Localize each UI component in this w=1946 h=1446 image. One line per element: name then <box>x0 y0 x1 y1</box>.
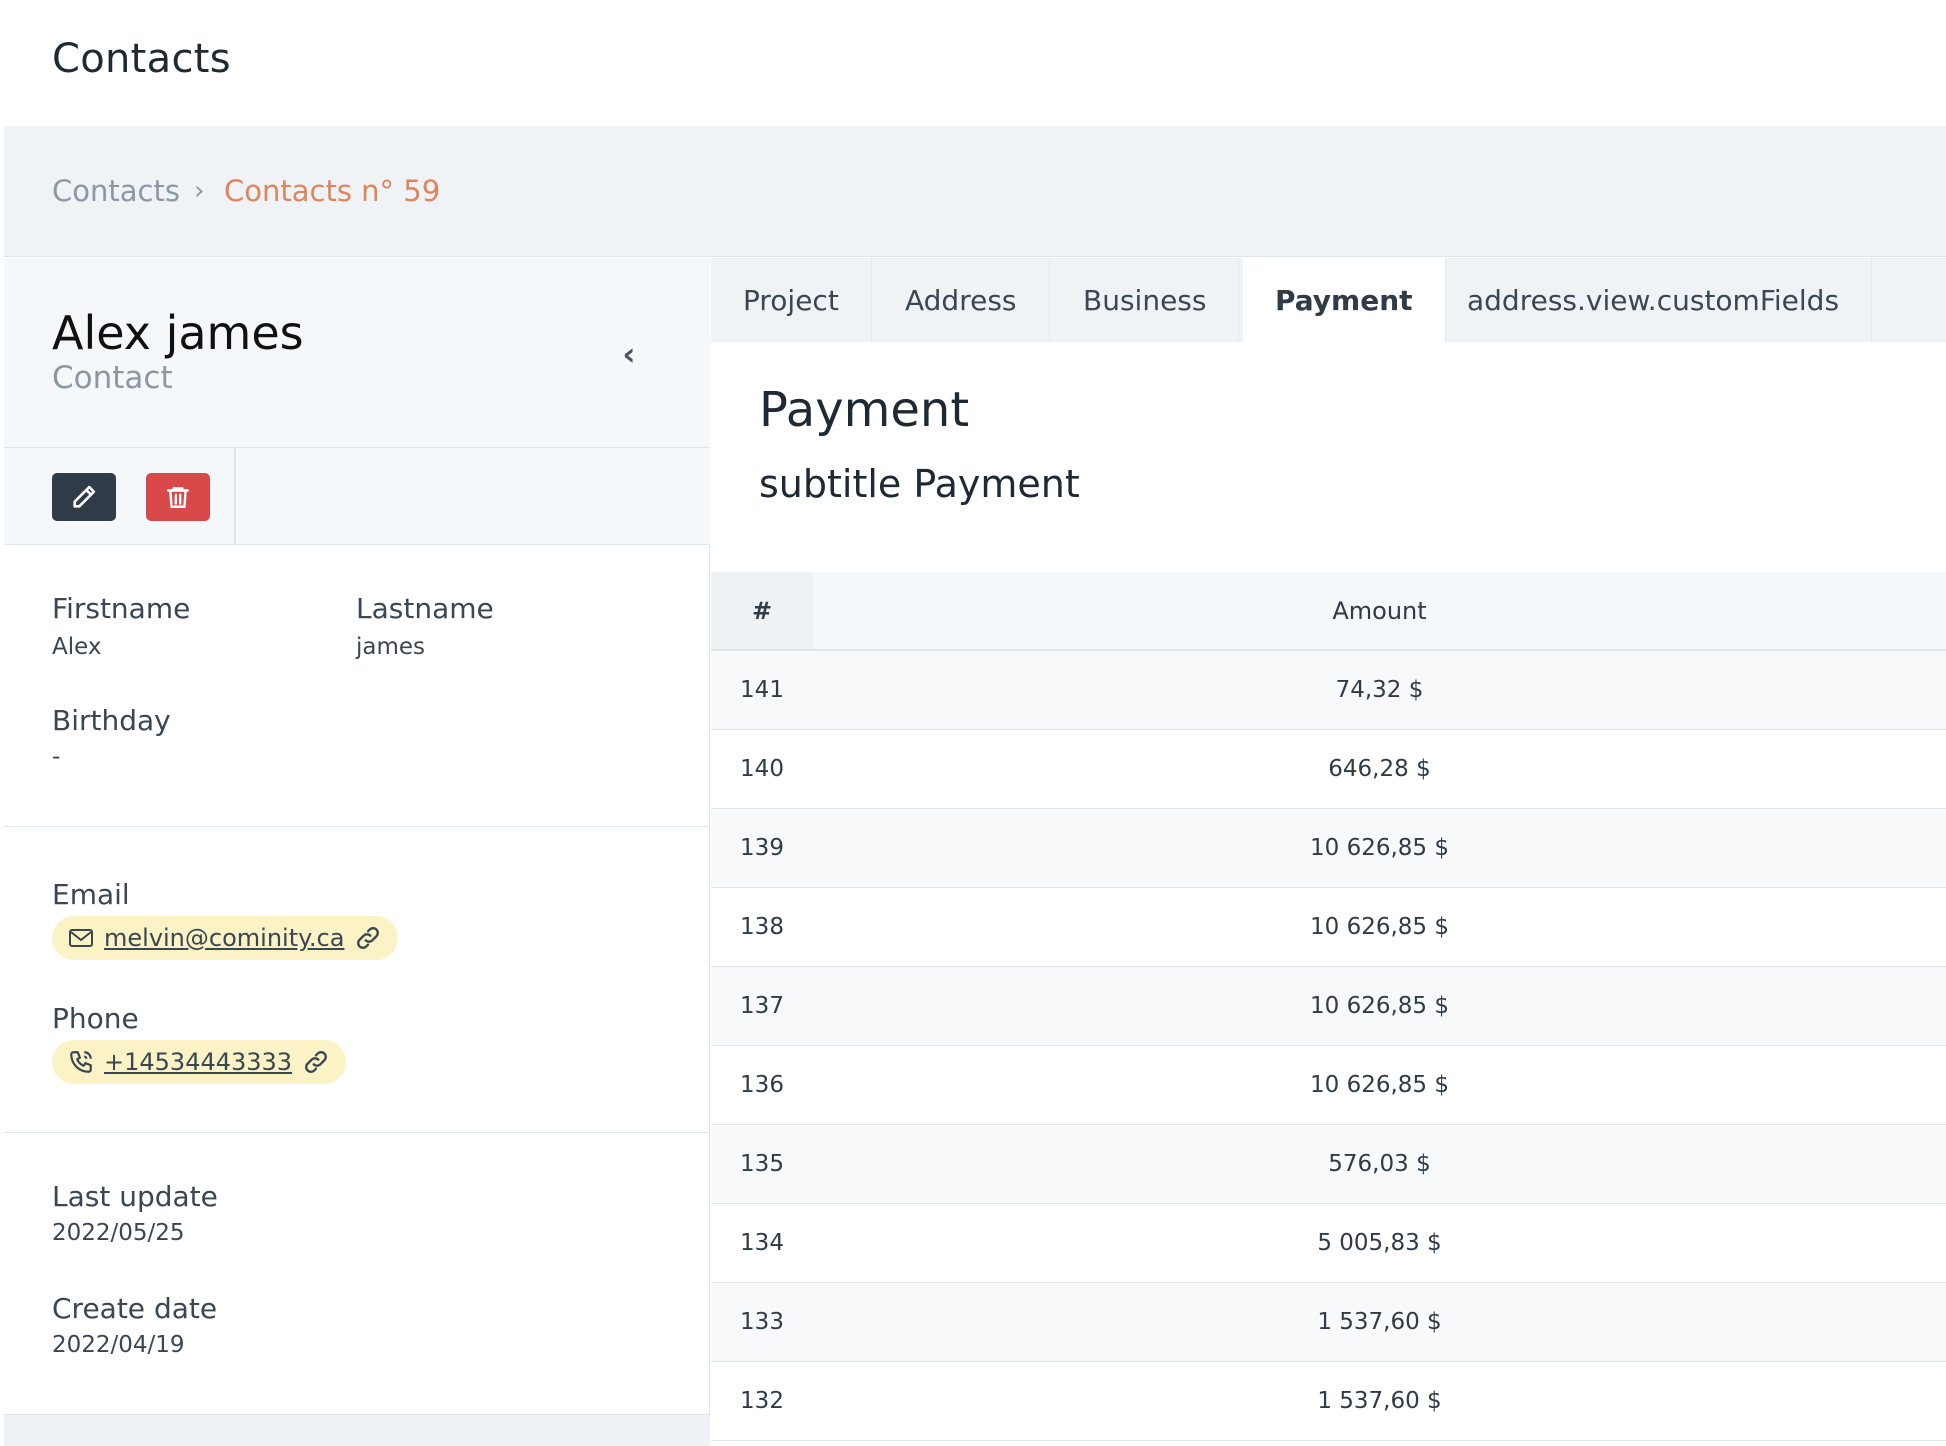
table-row[interactable]: 140 646,28 $ <box>711 730 1946 809</box>
link-icon[interactable] <box>354 924 382 952</box>
payment-amount-cell: 5 005,83 $ <box>1317 1230 1442 1256</box>
phone-link[interactable]: +14534443333 <box>104 1048 292 1076</box>
email-pill: melvin@cominity.ca <box>52 916 399 960</box>
payment-number-cell: 132 <box>740 1388 784 1414</box>
action-bar <box>4 448 710 545</box>
breadcrumb-current: Contacts n° 59 <box>224 174 441 208</box>
payment-amount-cell: 10 626,85 $ <box>1310 1072 1449 1098</box>
table-row[interactable]: 141 74,32 $ <box>711 651 1946 730</box>
payment-amount-cell: 10 626,85 $ <box>1310 993 1449 1019</box>
table-row[interactable]: 138 10 626,85 $ <box>711 888 1946 967</box>
trash-icon <box>167 487 189 508</box>
table-row[interactable]: 132 1 537,60 $ <box>711 1362 1946 1441</box>
table-row[interactable]: 133 1 537,60 $ <box>711 1283 1946 1362</box>
payment-number-cell: 134 <box>740 1230 784 1256</box>
section-subtitle: subtitle Payment <box>759 462 1080 506</box>
tab-business[interactable]: Business <box>1051 258 1240 342</box>
last-update-value: 2022/05/25 <box>52 1220 185 1246</box>
payment-amount-cell: 646,28 $ <box>1328 756 1431 782</box>
create-date-label: Create date <box>52 1292 218 1325</box>
contact-role: Contact <box>52 360 173 396</box>
payment-amount-cell: 1 537,60 $ <box>1317 1309 1442 1335</box>
payment-amount-cell: 10 626,85 $ <box>1310 835 1449 861</box>
table-header: # Amount <box>711 572 1946 651</box>
sidebar-footer <box>4 1414 710 1446</box>
payment-amount-cell: 74,32 $ <box>1335 677 1424 703</box>
birthday-label: Birthday <box>52 704 171 737</box>
payment-number-cell: 135 <box>740 1151 784 1177</box>
delete-button[interactable] <box>146 473 210 521</box>
tabs-bar: Project Address Business Payment address… <box>711 258 1946 342</box>
app-frame: Contacts Contacts › Contacts n° 59 Alex … <box>4 0 1946 1446</box>
profile-header: Alex james Contact ‹ <box>4 258 710 448</box>
table-row[interactable]: 135 576,03 $ <box>711 1125 1946 1204</box>
payment-number-cell: 141 <box>740 677 784 703</box>
breadcrumb: Contacts › Contacts n° 59 <box>4 126 1946 257</box>
section-divider <box>4 826 710 827</box>
link-icon[interactable] <box>302 1048 330 1076</box>
section-divider <box>4 1132 710 1133</box>
table-body: 141 74,32 $ 140 646,28 $ 139 10 626,85 $… <box>711 651 1946 1441</box>
phone-label: Phone <box>52 1002 139 1035</box>
payment-amount-cell: 1 537,60 $ <box>1317 1388 1442 1414</box>
edit-button[interactable] <box>52 473 116 521</box>
breadcrumb-contacts-link[interactable]: Contacts <box>52 174 180 208</box>
email-label: Email <box>52 878 130 911</box>
payment-panel: Payment subtitle Payment # Amount 141 74… <box>711 342 1946 1446</box>
payment-number-cell: 139 <box>740 835 784 861</box>
firstname-value: Alex <box>52 634 102 660</box>
action-divider <box>234 448 236 545</box>
birthday-value: - <box>52 744 61 770</box>
column-header-number[interactable]: # <box>711 572 813 649</box>
contact-sidebar: Alex james Contact ‹ Firstname Alex Last… <box>4 258 710 1446</box>
tab-payment[interactable]: Payment <box>1243 258 1446 342</box>
firstname-label: Firstname <box>52 592 191 625</box>
mail-icon <box>69 929 93 947</box>
email-link[interactable]: melvin@cominity.ca <box>104 924 344 952</box>
tab-project[interactable]: Project <box>711 258 872 342</box>
payment-number-cell: 136 <box>740 1072 784 1098</box>
contact-name: Alex james <box>52 306 304 360</box>
column-header-amount[interactable]: Amount <box>813 572 1946 649</box>
tab-address[interactable]: Address <box>873 258 1050 342</box>
create-date-value: 2022/04/19 <box>52 1332 185 1358</box>
payment-number-cell: 140 <box>740 756 784 782</box>
pencil-icon <box>73 485 96 508</box>
table-row[interactable]: 137 10 626,85 $ <box>711 967 1946 1046</box>
top-header: Contacts <box>4 0 1946 126</box>
page-title: Contacts <box>52 36 231 82</box>
table-row[interactable]: 139 10 626,85 $ <box>711 809 1946 888</box>
lastname-label: Lastname <box>356 592 494 625</box>
payment-amount-cell: 576,03 $ <box>1328 1151 1431 1177</box>
payment-amount-cell: 10 626,85 $ <box>1310 914 1449 940</box>
tab-custom-fields[interactable]: address.view.customFields <box>1435 258 1873 342</box>
phone-icon <box>70 1051 92 1073</box>
table-row[interactable]: 136 10 626,85 $ <box>711 1046 1946 1125</box>
payment-number-cell: 133 <box>740 1309 784 1335</box>
payment-number-cell: 138 <box>740 914 784 940</box>
payment-table: # Amount 141 74,32 $ 140 646,28 $ 139 10… <box>711 572 1946 1441</box>
last-update-label: Last update <box>52 1180 218 1213</box>
table-row[interactable]: 134 5 005,83 $ <box>711 1204 1946 1283</box>
collapse-panel-button[interactable]: ‹ <box>614 334 644 374</box>
phone-pill: +14534443333 <box>52 1040 347 1084</box>
section-title: Payment <box>759 382 970 438</box>
lastname-value: james <box>356 634 426 660</box>
payment-number-cell: 137 <box>740 993 784 1019</box>
breadcrumb-separator: › <box>194 176 205 206</box>
